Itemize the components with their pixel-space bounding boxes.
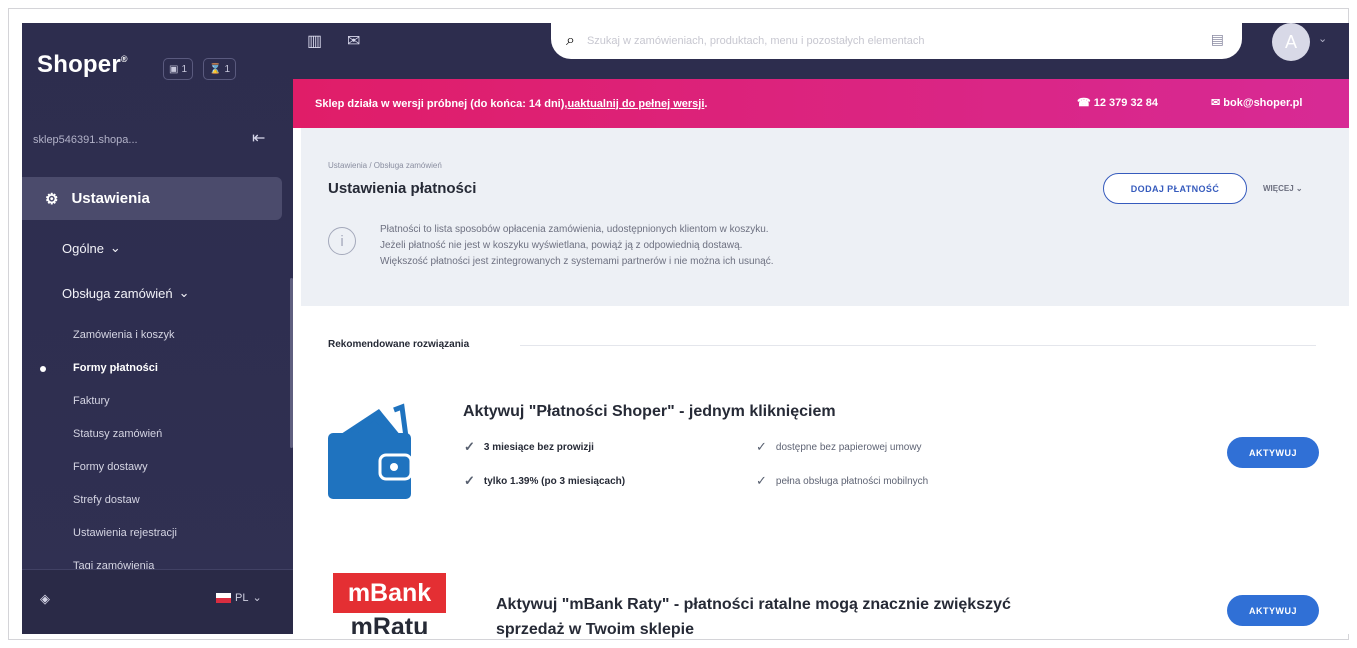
document-icon: ▣	[169, 63, 179, 75]
sidebar-item-delivery-methods[interactable]: Formy dostawy	[73, 461, 148, 473]
mail-icon[interactable]: ✉	[347, 31, 360, 51]
support-phone[interactable]: ☎ 12 379 32 84	[1077, 96, 1158, 109]
sidebar-item-registration-settings[interactable]: Ustawienia rejestracji	[73, 527, 177, 539]
filter-icon[interactable]: ▤	[1211, 31, 1224, 48]
mbank-logo: mBank mRatu	[333, 573, 446, 634]
activate-mbank-raty-button[interactable]: AKTYWUJ	[1227, 595, 1319, 626]
feature-fee-rate: ✓ tylko 1.39% (po 3 miesiącach)	[464, 473, 626, 488]
trial-message: Sklep działa w wersji próbnej (do końca:…	[315, 97, 568, 110]
page-title: Ustawienia płatności	[328, 180, 477, 197]
chevron-down-icon: ⌄	[252, 592, 262, 604]
brand-logo[interactable]: Shoper®	[37, 51, 128, 79]
gift-icon[interactable]: ▥	[307, 31, 322, 51]
phone-icon: ☎	[1077, 97, 1094, 109]
check-icon: ✓	[464, 473, 475, 488]
mbank-raty-title: Aktywuj "mBank Raty" - płatności ratalne…	[496, 596, 1011, 638]
add-payment-button[interactable]: DODAJ PŁATNOŚĆ	[1103, 173, 1247, 204]
sidebar-footer: ◈ PL ⌄	[22, 569, 293, 634]
hourglass-icon: ⌛	[209, 63, 222, 75]
sidebar-item-invoices[interactable]: Faktury	[73, 395, 110, 407]
wallet-icon	[328, 403, 411, 499]
chevron-down-icon: ⌄	[109, 240, 121, 255]
check-icon: ✓	[756, 473, 767, 488]
shoper-payments-title: Aktywuj "Płatności Shoper" - jednym klik…	[463, 403, 836, 420]
activate-shoper-payments-button[interactable]: AKTYWUJ	[1227, 437, 1319, 468]
store-name[interactable]: sklep546391.shopa...	[33, 134, 138, 146]
sidebar-item-order-handling[interactable]: Obsługa zamówień ⌄	[62, 285, 189, 301]
mail-icon: ✉	[1211, 97, 1224, 109]
orders-badge[interactable]: ▣ 1	[163, 58, 194, 80]
feature-no-paper-contract: ✓ dostępne bez papierowej umowy	[756, 439, 922, 454]
sidebar-item-orders-cart[interactable]: Zamówienia i koszyk	[73, 329, 174, 341]
sidebar-item-payment-methods[interactable]: Formy płatności	[73, 362, 158, 374]
payment-info-text: Płatności to lista sposobów opłacenia za…	[380, 224, 774, 267]
sidebar: Shoper® ▣ 1 ⌛ 1 sklep546391.shopa... ⇤ ⚙ U…	[22, 23, 293, 634]
stack-icon[interactable]: ◈	[40, 591, 50, 607]
feature-no-commission: ✓ 3 miesiące bez prowizji	[464, 439, 594, 454]
breadcrumb[interactable]: Ustawienia / Obsługa zamówień	[328, 161, 442, 170]
collapse-sidebar-icon[interactable]: ⇤	[252, 128, 265, 148]
check-icon: ✓	[464, 439, 475, 454]
top-bar: ▥ ✉ ⌕ ▤ A ⌄	[293, 23, 1349, 79]
language-selector[interactable]: PL ⌄	[216, 591, 262, 604]
sidebar-item-order-statuses[interactable]: Statusy zamówień	[73, 428, 162, 440]
info-icon: i	[328, 227, 356, 255]
search-input[interactable]	[586, 35, 1177, 47]
trial-banner: Sklep działa w wersji próbnej (do końca:…	[293, 79, 1349, 128]
pending-badge[interactable]: ⌛ 1	[203, 58, 237, 80]
sidebar-item-delivery-zones[interactable]: Strefy dostaw	[73, 494, 140, 506]
user-avatar[interactable]: A	[1272, 23, 1310, 61]
sidebar-item-general[interactable]: Ogólne ⌄	[62, 240, 121, 256]
search-icon: ⌕	[566, 32, 575, 49]
section-divider	[520, 345, 1316, 346]
main-content: Ustawienia / Obsługa zamówień Ustawienia…	[293, 128, 1349, 638]
feature-mobile-payments: ✓ pełna obsługa płatności mobilnych	[756, 473, 929, 488]
chevron-down-icon[interactable]: ⌄	[1318, 32, 1327, 45]
check-icon: ✓	[756, 439, 767, 454]
settings-header: Ustawienia / Obsługa zamówień Ustawienia…	[301, 128, 1349, 306]
recommended-title: Rekomendowane rozwiązania	[328, 339, 470, 350]
support-email[interactable]: ✉ bok@shoper.pl	[1211, 96, 1302, 109]
more-menu[interactable]: WIĘCEJ ⌄	[1263, 184, 1303, 193]
current-item-indicator	[40, 366, 46, 372]
poland-flag-icon	[216, 592, 231, 603]
chevron-down-icon: ⌄	[1295, 184, 1303, 193]
chevron-down-icon: ⌄	[178, 285, 190, 300]
global-search[interactable]: ⌕ ▤	[551, 23, 1242, 59]
gear-icon: ⚙	[45, 190, 59, 208]
upgrade-link[interactable]: uaktualnij do pełnej wersji	[567, 98, 704, 110]
sidebar-active-settings[interactable]: ⚙ Ustawienia	[22, 177, 282, 220]
